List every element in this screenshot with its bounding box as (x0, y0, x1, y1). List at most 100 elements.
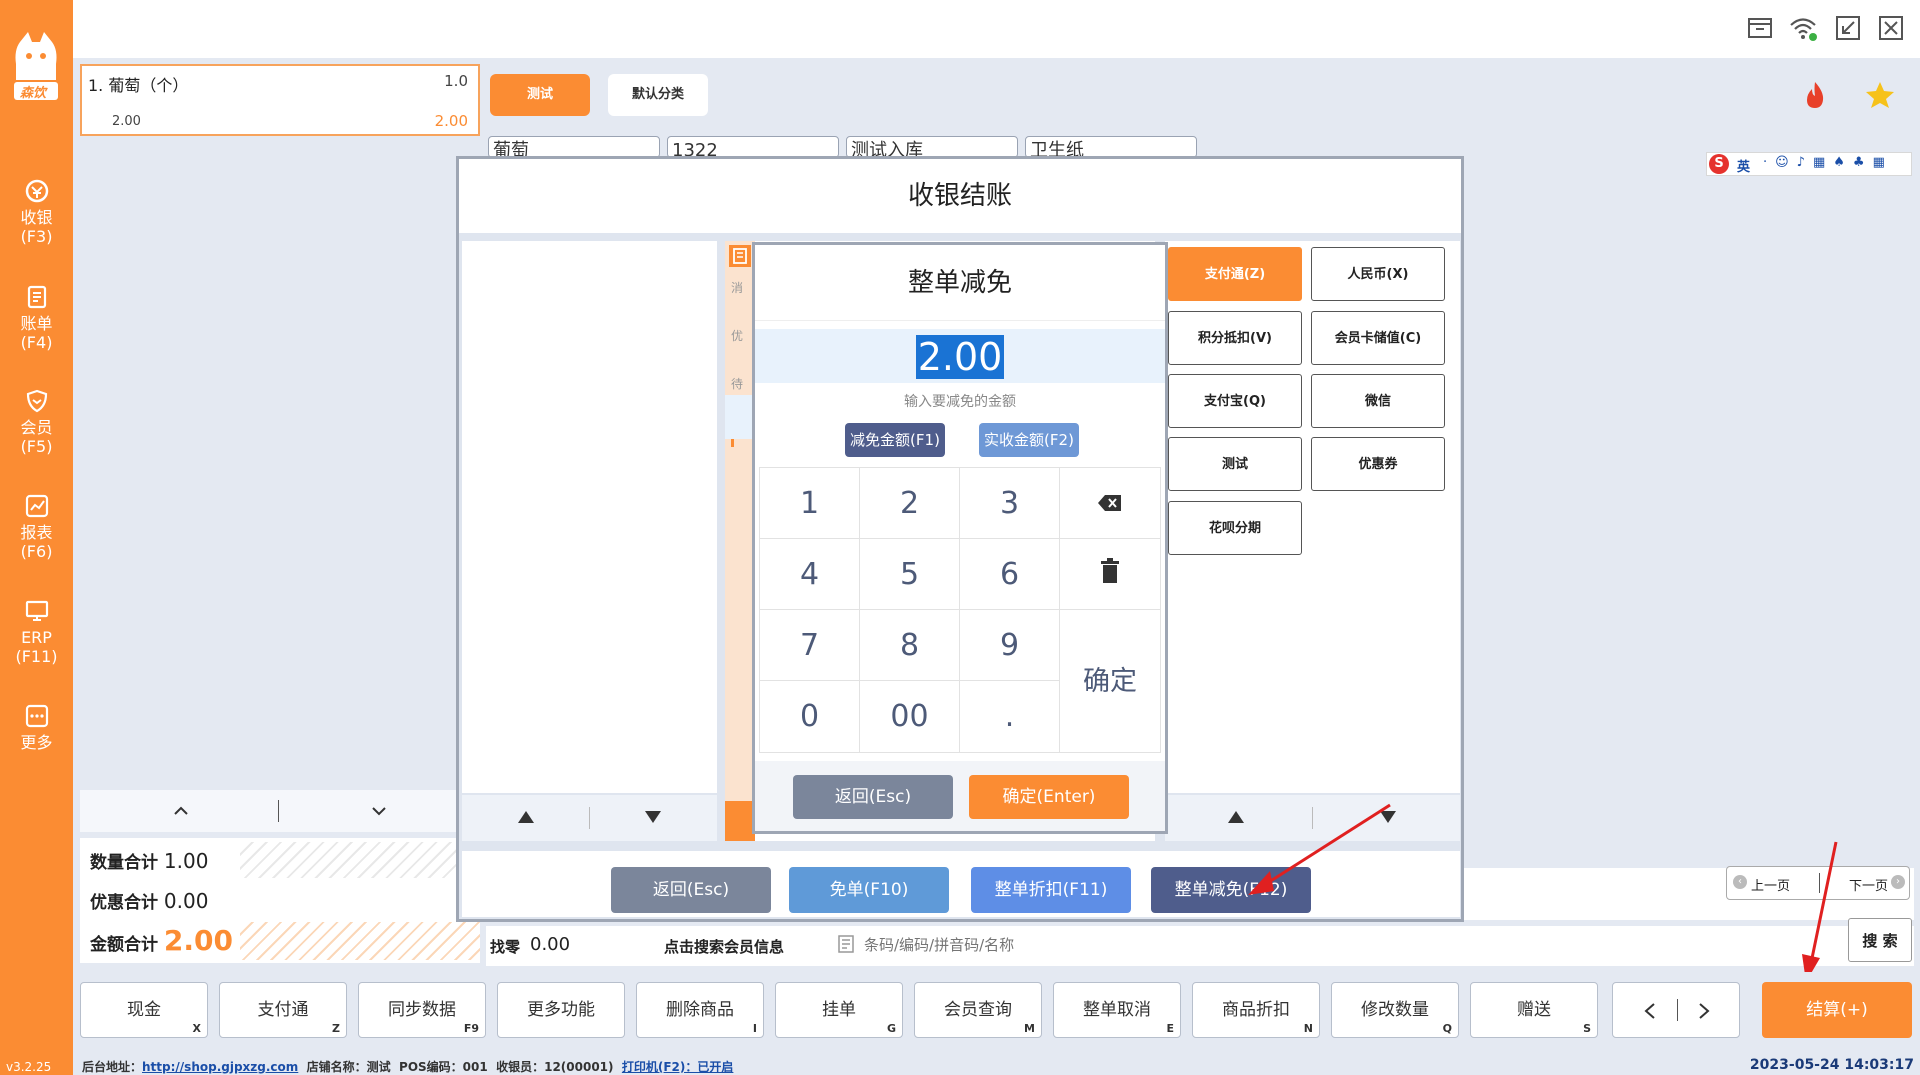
nav-erp[interactable]: ERP (F11) (0, 598, 73, 688)
wifi-icon[interactable] (1788, 14, 1817, 42)
item-discount-button[interactable]: 商品折扣 N (1192, 982, 1320, 1038)
nav-more[interactable]: 更多 (0, 703, 73, 793)
cashier-icon (25, 179, 48, 203)
cancel-order-button[interactable]: 整单取消 E (1053, 982, 1181, 1038)
more-functions-button[interactable]: 更多功能 (497, 982, 625, 1038)
cart-item-subtotal: 2.00 (434, 112, 468, 130)
key-confirm[interactable]: 确定 (1060, 610, 1160, 754)
reduce-back-button[interactable]: 返回(Esc) (793, 775, 953, 819)
product-tab-test-stock[interactable]: 测试入库 (846, 136, 1018, 158)
annotation-arrow-icon (1248, 803, 1391, 895)
nav-member[interactable]: 会员 (F5) (0, 388, 73, 478)
key-7[interactable]: 7 (760, 610, 860, 681)
pay-alipay[interactable]: 支付宝(Q) (1168, 374, 1302, 428)
nav-member-label: 会员 (20, 418, 53, 437)
search-input[interactable] (862, 930, 1522, 960)
zhifutong-button[interactable]: 支付通 Z (219, 982, 347, 1038)
ime-toolbar[interactable]: S 英 ·☺♪▦♠♣▦ (1706, 152, 1912, 176)
category-test[interactable]: 测试 (490, 74, 590, 116)
sidebar: 森饮 收银 (F3) 账单 (F4) 会员 (F5) 报表 (F6) ERP (… (0, 0, 73, 1075)
hot-icon[interactable] (1802, 80, 1828, 110)
mode-reduce-amount-button[interactable]: 减免金额(F1) (845, 423, 945, 457)
backend-link[interactable]: http://shop.gjpxzg.com (142, 1060, 298, 1074)
key-2[interactable]: 2 (860, 468, 960, 539)
key-00[interactable]: 00 (860, 681, 960, 752)
pay-points[interactable]: 积分抵扣(V) (1168, 311, 1302, 365)
delete-item-button[interactable]: 删除商品 I (636, 982, 764, 1038)
reduce-amount-value[interactable]: 2.00 (915, 335, 1005, 379)
key-6[interactable]: 6 (960, 539, 1060, 610)
nav-member-key: (F5) (20, 437, 53, 456)
modify-qty-button[interactable]: 修改数量 Q (1331, 982, 1459, 1038)
key-1[interactable]: 1 (760, 468, 860, 539)
chevron-left-icon[interactable] (1643, 1002, 1657, 1020)
key-5[interactable]: 5 (860, 539, 960, 610)
key-clear[interactable] (1060, 539, 1160, 610)
member-query-button[interactable]: 会员查询 M (914, 982, 1042, 1038)
minimize-icon[interactable] (1834, 14, 1862, 42)
triangle-up-icon[interactable] (517, 809, 535, 825)
star-icon[interactable] (1864, 80, 1896, 110)
free-order-button[interactable]: 免单(F10) (789, 867, 949, 913)
nav-reports[interactable]: 报表 (F6) (0, 493, 73, 583)
member-search-link[interactable]: 点击搜索会员信息 (664, 936, 784, 957)
checkout-back-button[interactable]: 返回(Esc) (611, 867, 771, 913)
key-3[interactable]: 3 (960, 468, 1060, 539)
key-8[interactable]: 8 (860, 610, 960, 681)
prev-page-button[interactable]: 上一页 (1751, 875, 1790, 894)
ime-lang[interactable]: 英 (1737, 156, 1750, 175)
product-tab-grape[interactable]: 葡萄 (488, 136, 660, 158)
search-button[interactable]: 搜 索 (1848, 918, 1912, 962)
mid-label-3: 待 (731, 377, 744, 391)
order-discount-button[interactable]: 整单折扣(F11) (971, 867, 1131, 913)
gift-button[interactable]: 赠送 S (1470, 982, 1598, 1038)
key-backspace[interactable] (1060, 468, 1160, 539)
nav-bills[interactable]: 账单 (F4) (0, 284, 73, 374)
chevron-down-icon[interactable] (370, 802, 388, 820)
backspace-icon (1098, 495, 1121, 511)
monitor-icon (25, 600, 48, 621)
checkout-left-pager (462, 795, 717, 841)
pay-coupon[interactable]: 优惠券 (1311, 437, 1445, 491)
chevron-up-icon[interactable] (172, 802, 190, 820)
category-default[interactable]: 默认分类 (608, 74, 708, 116)
printer-link[interactable]: 打印机(F2)：已开启 (622, 1060, 734, 1074)
cart-item[interactable]: 1. 葡萄（个） 1.0 2.00 2.00 (80, 64, 480, 136)
key-dot[interactable]: . (960, 681, 1060, 752)
ime-tool-icons[interactable]: ·☺♪▦♠♣▦ (1763, 155, 1893, 170)
close-icon[interactable] (1877, 14, 1905, 42)
sync-data-button[interactable]: 同步数据 F9 (358, 982, 486, 1038)
key-4[interactable]: 4 (760, 539, 860, 610)
key-9[interactable]: 9 (960, 610, 1060, 681)
pay-zhifutong[interactable]: 支付通(Z) (1168, 247, 1302, 301)
total-qty: 数量合计 1.00 (90, 849, 209, 873)
key-0[interactable]: 0 (760, 681, 860, 752)
status-datetime: 2023-05-24 14:03:17 (1749, 1057, 1914, 1073)
mode-actual-amount-button[interactable]: 实收金额(F2) (979, 423, 1079, 457)
product-tab-tissue[interactable]: 卫生纸 (1025, 136, 1197, 158)
nav-cashier[interactable]: 收银 (F3) (0, 178, 73, 268)
status-backend: 后台地址：http://shop.gjpxzg.com 店铺名称：测试 POS编… (82, 1060, 734, 1074)
cart-pager (80, 790, 480, 832)
reduce-dialog-title: 整单减免 (755, 245, 1165, 321)
pay-test[interactable]: 测试 (1168, 437, 1302, 491)
cash-drawer-icon[interactable] (1746, 14, 1774, 42)
nav-bills-key: (F4) (20, 333, 53, 352)
pay-rmb[interactable]: 人民币(X) (1311, 247, 1445, 301)
pay-huabei[interactable]: 花呗分期 (1168, 501, 1302, 555)
reduce-ok-button[interactable]: 确定(Enter) (969, 775, 1129, 819)
product-tab-1322[interactable]: 1322 (667, 136, 839, 158)
reduce-amount-field[interactable]: 2.00 (755, 329, 1165, 383)
cash-button[interactable]: 现金 X (80, 982, 208, 1038)
settle-button[interactable]: 结算(+) (1762, 982, 1912, 1038)
chevron-right-icon[interactable] (1697, 1002, 1711, 1020)
checkout-mid-strip: 消 优 待 (725, 241, 755, 841)
more-icon (25, 704, 48, 728)
next-page-button[interactable]: 下一页 (1849, 875, 1888, 894)
triangle-down-icon[interactable] (644, 809, 662, 825)
nav-reports-key: (F6) (20, 542, 53, 561)
pay-member-card[interactable]: 会员卡储值(C) (1311, 311, 1445, 365)
pay-wechat[interactable]: 微信 (1311, 374, 1445, 428)
hold-order-button[interactable]: 挂单 G (775, 982, 903, 1038)
annotation-arrow-icon (1802, 841, 1838, 982)
